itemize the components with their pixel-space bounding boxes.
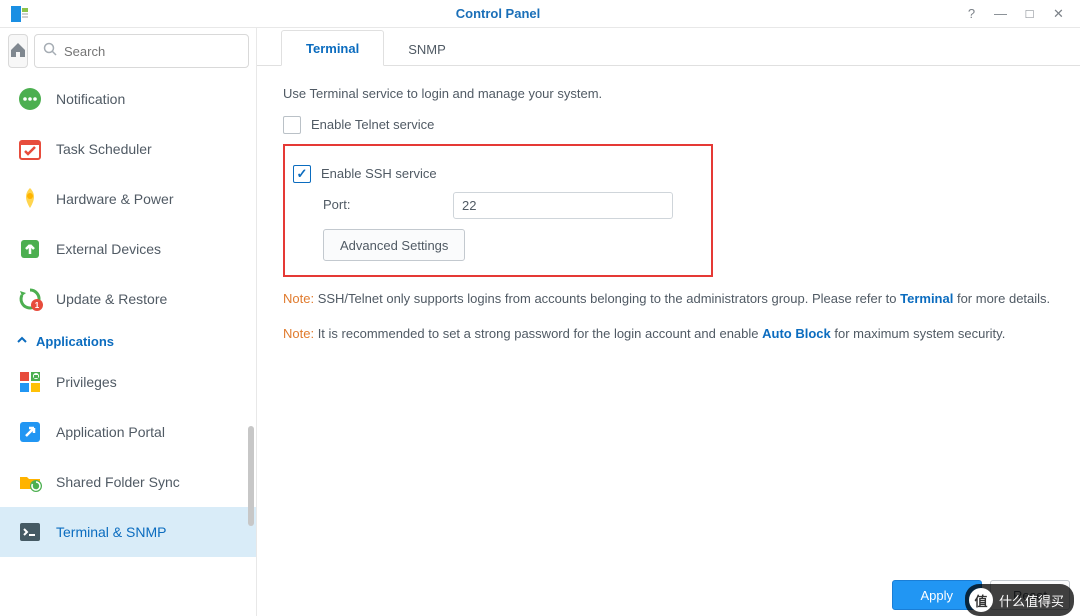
chevron-up-icon (16, 334, 28, 349)
sidebar-item-label: Terminal & SNMP (56, 524, 166, 540)
note-1-tail: for more details. (953, 291, 1050, 306)
home-button[interactable] (8, 34, 28, 68)
maximize-button[interactable]: □ (1022, 6, 1037, 21)
app-icon (10, 4, 32, 24)
sidebar-item-update-restore[interactable]: 1 Update & Restore (0, 274, 256, 324)
application-portal-icon (16, 418, 44, 446)
sidebar-section-applications[interactable]: Applications (0, 324, 256, 357)
note-1-prefix: Note: (283, 291, 314, 306)
tabs: Terminal SNMP (257, 28, 1080, 66)
notification-icon (16, 85, 44, 113)
privileges-icon (16, 368, 44, 396)
sidebar-section-label: Applications (36, 334, 114, 349)
body: Notification Task Scheduler Hardware & P… (0, 28, 1080, 616)
sidebar-scrollbar-thumb[interactable] (248, 426, 254, 526)
note-2-tail: for maximum system security. (831, 326, 1006, 341)
note-2-prefix: Note: (283, 326, 314, 341)
ssh-highlight-box: Enable SSH service Port: Advanced Settin… (283, 144, 713, 278)
sidebar: Notification Task Scheduler Hardware & P… (0, 28, 257, 616)
note-1: Note: SSH/Telnet only supports logins fr… (283, 289, 1054, 310)
note-1-body: SSH/Telnet only supports logins from acc… (314, 291, 900, 306)
enable-telnet-label: Enable Telnet service (311, 115, 434, 136)
sidebar-item-application-portal[interactable]: Application Portal (0, 407, 256, 457)
sidebar-item-hardware-power[interactable]: Hardware & Power (0, 174, 256, 224)
note-2: Note: It is recommended to set a strong … (283, 324, 1054, 345)
hardware-power-icon (16, 185, 44, 213)
enable-ssh-label: Enable SSH service (321, 164, 437, 185)
shared-folder-sync-icon (16, 468, 44, 496)
watermark-text: 什么值得买 (999, 591, 1064, 610)
watermark-badge: 值 (969, 588, 993, 612)
home-icon (9, 41, 27, 62)
terminal-icon (16, 518, 44, 546)
sidebar-item-label: Hardware & Power (56, 191, 174, 207)
tab-snmp[interactable]: SNMP (384, 32, 470, 66)
advanced-settings-button[interactable]: Advanced Settings (323, 229, 465, 261)
content: Terminal SNMP Use Terminal service to lo… (257, 28, 1080, 616)
nav: Notification Task Scheduler Hardware & P… (0, 74, 256, 616)
auto-block-link[interactable]: Auto Block (762, 326, 831, 341)
external-devices-icon (16, 235, 44, 263)
sidebar-item-label: Notification (56, 91, 125, 107)
sidebar-item-label: Task Scheduler (56, 141, 152, 157)
minimize-button[interactable]: — (993, 6, 1008, 21)
window-title: Control Panel (32, 6, 964, 21)
tab-terminal[interactable]: Terminal (281, 30, 384, 66)
port-label: Port: (323, 195, 453, 216)
search-box[interactable] (34, 34, 249, 68)
port-row: Port: (323, 192, 695, 219)
sidebar-item-label: Shared Folder Sync (56, 474, 180, 490)
terminal-description: Use Terminal service to login and manage… (283, 84, 1054, 105)
update-restore-icon: 1 (16, 285, 44, 313)
telnet-row: Enable Telnet service (283, 115, 1054, 136)
enable-ssh-checkbox[interactable] (293, 165, 311, 183)
note-2-body: It is recommended to set a strong passwo… (314, 326, 762, 341)
task-scheduler-icon (16, 135, 44, 163)
close-button[interactable]: ✕ (1051, 6, 1066, 21)
sidebar-item-notification[interactable]: Notification (0, 74, 256, 124)
help-button[interactable]: ? (964, 6, 979, 21)
sidebar-item-privileges[interactable]: Privileges (0, 357, 256, 407)
ssh-row: Enable SSH service (293, 164, 695, 185)
window-root: Control Panel ? — □ ✕ Notification (0, 0, 1080, 616)
search-icon (43, 42, 58, 60)
svg-text:1: 1 (35, 301, 40, 310)
sidebar-item-label: Application Portal (56, 424, 165, 440)
search-input[interactable] (64, 44, 240, 59)
sidebar-item-external-devices[interactable]: External Devices (0, 224, 256, 274)
titlebar: Control Panel ? — □ ✕ (0, 0, 1080, 28)
sidebar-item-terminal-snmp[interactable]: Terminal & SNMP (0, 507, 256, 557)
port-input[interactable] (453, 192, 673, 219)
sidebar-item-task-scheduler[interactable]: Task Scheduler (0, 124, 256, 174)
sidebar-item-shared-folder-sync[interactable]: Shared Folder Sync (0, 457, 256, 507)
terminal-link[interactable]: Terminal (900, 291, 953, 306)
sidebar-item-label: External Devices (56, 241, 161, 257)
pane-terminal: Use Terminal service to login and manage… (257, 66, 1080, 616)
sidebar-item-label: Update & Restore (56, 291, 167, 307)
watermark: 值 什么值得买 (965, 584, 1074, 616)
sidebar-item-label: Privileges (56, 374, 117, 390)
enable-telnet-checkbox[interactable] (283, 116, 301, 134)
